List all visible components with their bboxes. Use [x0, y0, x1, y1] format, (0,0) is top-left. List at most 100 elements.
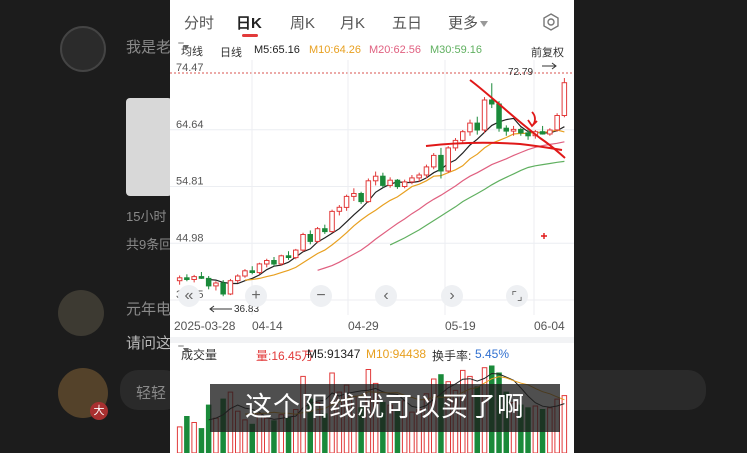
volume-bar-down: [184, 416, 190, 453]
turnover-value: 5.45%: [475, 347, 510, 361]
indicator-selector[interactable]: 均线: [178, 42, 203, 58]
ma-legend: 均线 日线 M5:65.16 M10:64.26 M20:62.56 M30:5…: [170, 42, 574, 60]
tab-five-day[interactable]: 五日: [392, 12, 422, 33]
candle-up: [278, 255, 284, 265]
line-type-label: 日线: [220, 47, 242, 59]
candle-down: [249, 270, 255, 274]
candle-down: [496, 103, 502, 129]
candle-up: [235, 275, 241, 282]
candle-down: [474, 122, 480, 131]
candle-up: [416, 174, 422, 179]
candle-down: [271, 260, 277, 265]
volume-m5: M5:91347: [307, 347, 361, 361]
volume-selector[interactable]: 成交量: [178, 345, 217, 362]
candle-up: [481, 99, 488, 131]
candle-up: [510, 128, 517, 132]
candle-up: [336, 206, 343, 212]
next-button[interactable]: ›: [441, 285, 463, 307]
screen: 我是老 15小时 共9条回 元年电 请问这 大 轻轻 分时 日K 周K 月K 五…: [0, 0, 747, 453]
feed-text: 15小时: [126, 209, 167, 224]
video-subtitle: 这个阳线就可以买了啊: [210, 384, 560, 432]
tab-weekly-k[interactable]: 周K: [290, 12, 315, 33]
drawn-arrow: [527, 111, 538, 128]
feed-text: 请问这: [126, 335, 172, 352]
candle-up: [554, 115, 560, 131]
tab-more-label: 更多: [448, 15, 479, 32]
date-label: 04-14: [252, 319, 283, 333]
candle-down: [438, 154, 444, 172]
candle-up: [264, 260, 270, 265]
candle-down: [518, 128, 524, 134]
candle-down: [307, 234, 313, 242]
candle-down: [285, 255, 292, 259]
candle-down: [220, 282, 226, 295]
avatar: [60, 26, 106, 72]
candle-up: [561, 82, 568, 116]
date-label: 04-29: [348, 319, 379, 333]
chevron-down-icon: [183, 45, 189, 50]
candle-down: [198, 276, 205, 279]
zoom-in-button[interactable]: +: [245, 285, 267, 307]
comment-bar-right: [572, 370, 706, 410]
candle-up: [213, 282, 219, 287]
zoom-out-button[interactable]: −: [310, 285, 332, 307]
active-tab-indicator: [242, 34, 258, 37]
candle-up: [409, 177, 415, 183]
candle-down: [358, 193, 364, 203]
candle-up: [256, 263, 263, 274]
ma20-value: M20:62.56: [369, 44, 421, 56]
feed-thumbnail: [126, 98, 172, 196]
date-label: 2025-03-28: [174, 319, 236, 333]
price-axis-label: 54.81: [176, 176, 204, 188]
candle-up: [445, 147, 451, 172]
candle-down: [539, 131, 546, 135]
volume-bar-up: [191, 422, 197, 453]
candle-down: [380, 175, 386, 186]
candle-up: [467, 122, 473, 133]
settings-icon[interactable]: [542, 13, 560, 31]
candle-up: [460, 131, 466, 141]
prev-button[interactable]: ‹: [375, 285, 397, 307]
chevron-down-icon: [480, 21, 489, 28]
candle-up: [351, 193, 357, 197]
adjust-mode[interactable]: 前复权: [531, 44, 564, 60]
candle-up: [227, 280, 234, 295]
feed-text: 共9条回: [126, 237, 173, 252]
tab-more[interactable]: 更多: [448, 12, 489, 33]
date-label: 05-19: [445, 319, 476, 333]
price-axis-label: 44.98: [176, 232, 204, 244]
candle-up: [176, 277, 183, 282]
period-tabs: 分时 日K 周K 月K 五日 更多: [170, 0, 574, 40]
feed-text: 元年电: [126, 301, 172, 318]
price-axis-label: 74.47: [176, 62, 204, 74]
candle-up: [242, 270, 248, 277]
arrow-left-icon: [209, 305, 232, 313]
candle-up: [423, 166, 430, 176]
ma5-value: M5:65.16: [254, 44, 300, 56]
scroll-left-button[interactable]: «: [178, 285, 200, 307]
candle-up: [329, 210, 335, 233]
candle-up: [191, 276, 197, 281]
divider: [170, 337, 574, 343]
tab-intraday[interactable]: 分时: [184, 12, 214, 33]
candle-up: [343, 195, 350, 208]
ma30-value: M30:59.16: [430, 44, 482, 56]
fullscreen-button[interactable]: ⌜⌟: [506, 285, 528, 307]
candle-up: [365, 180, 372, 203]
date-axis: 2025-03-28 04-14 04-29 05-19 06-04: [170, 318, 574, 334]
volume-bar-up: [176, 426, 183, 453]
candle-down: [322, 228, 328, 233]
arrow-right-icon: [542, 62, 557, 70]
candle-down: [489, 99, 495, 105]
tab-daily-k[interactable]: 日K: [236, 12, 262, 33]
feed-text: 我是老: [126, 39, 172, 56]
volume-bar-down: [198, 428, 205, 453]
comment-placeholder: 轻轻: [136, 385, 167, 402]
tab-monthly-k[interactable]: 月K: [340, 12, 365, 33]
high-price-label: 72.79: [508, 67, 533, 78]
candle-up: [387, 179, 393, 186]
candle-up: [372, 175, 379, 182]
candle-down: [503, 127, 509, 132]
volume-m10: M10:94438: [366, 347, 427, 361]
ma10-line: [244, 129, 565, 281]
